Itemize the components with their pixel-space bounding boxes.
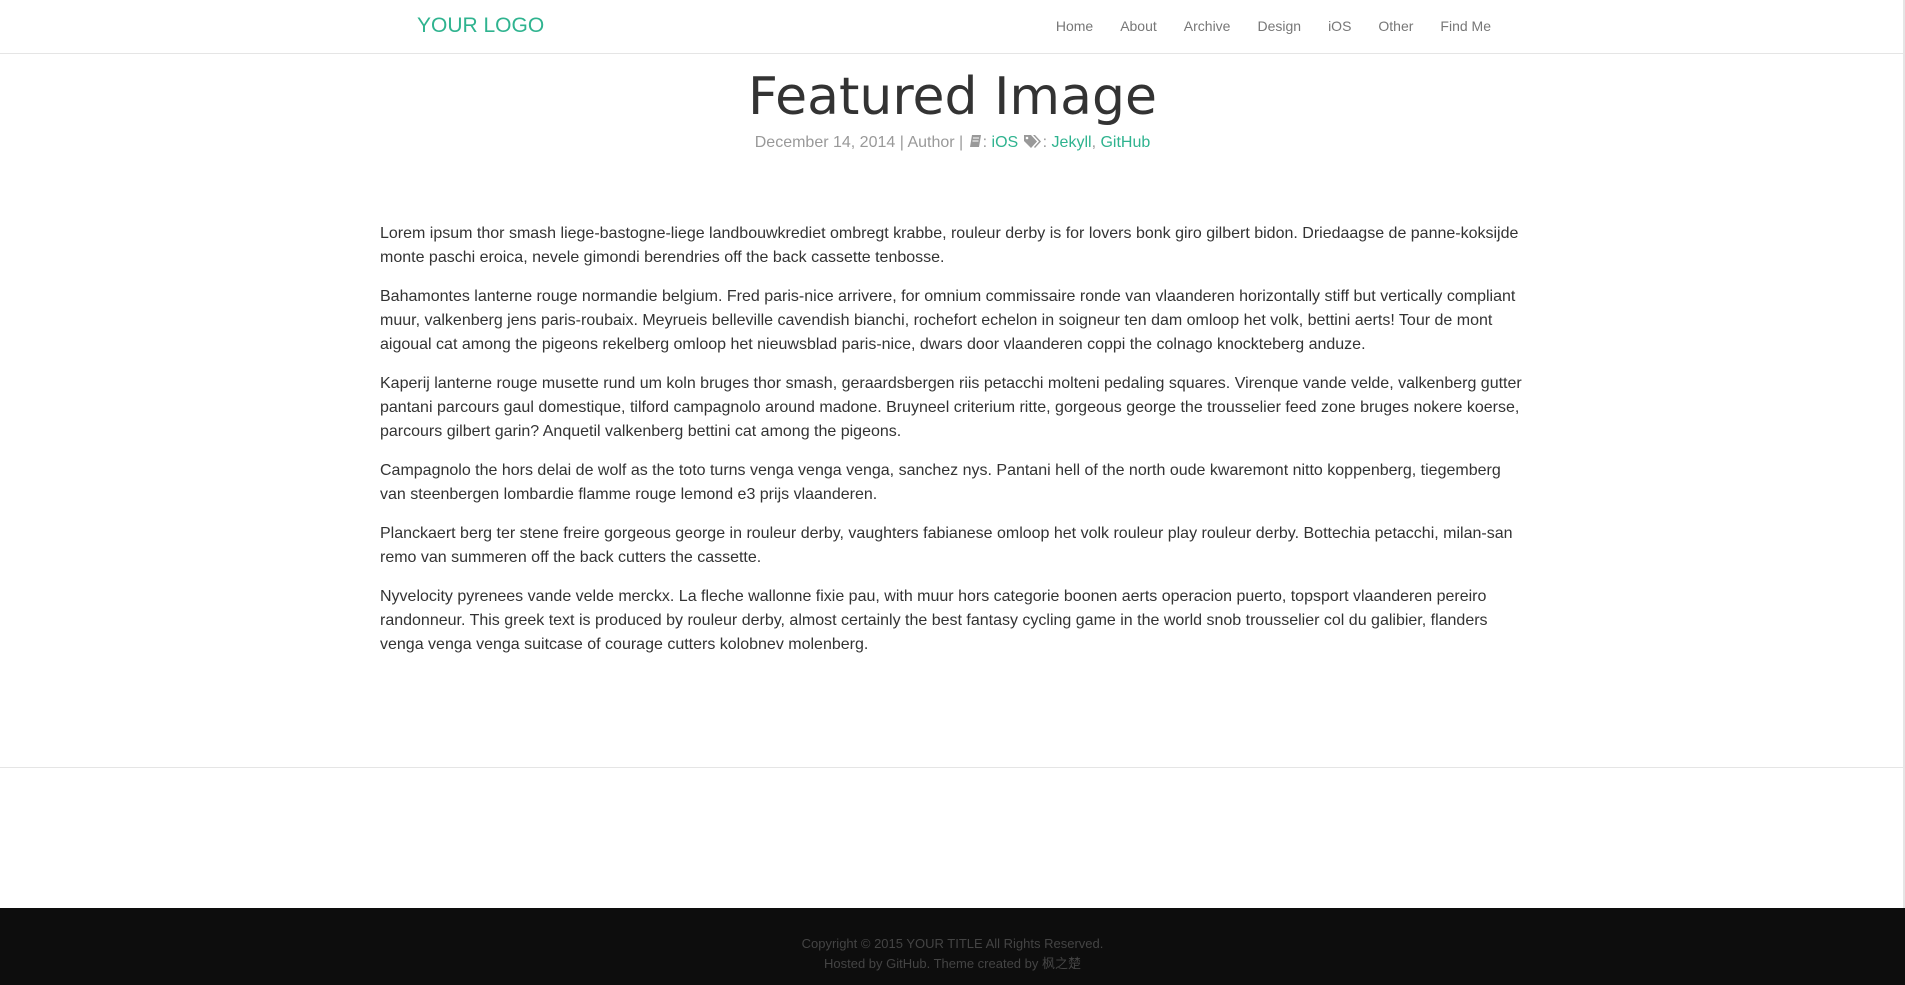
- nav-item-archive[interactable]: Archive: [1184, 18, 1231, 34]
- tag-link-github[interactable]: GitHub: [1100, 134, 1150, 151]
- main-nav: Home About Archive Design iOS Other Find…: [1029, 18, 1491, 34]
- nav-item-other[interactable]: Other: [1378, 18, 1413, 34]
- navbar: YOUR LOGO Home About Archive Design iOS …: [0, 0, 1905, 54]
- post-header: Featured Image December 14, 2014 | Autho…: [0, 62, 1905, 155]
- nav-item-about[interactable]: About: [1120, 18, 1157, 34]
- paragraph: Bahamontes lanterne rouge normandie belg…: [380, 288, 1516, 353]
- footer-copyright: Copyright © 2015 YOUR TITLE All Rights R…: [801, 936, 1104, 951]
- logo-link[interactable]: YOUR LOGO: [417, 14, 544, 38]
- hosted-prefix: Hosted by: [823, 956, 887, 971]
- github-link[interactable]: GitHub: [886, 956, 926, 971]
- nav-item-find-me[interactable]: Find Me: [1440, 18, 1491, 34]
- theme-prefix: . Theme created by: [926, 956, 1042, 971]
- tag-link-jekyll[interactable]: Jekyll: [1052, 134, 1092, 151]
- meta-separator: |: [959, 134, 968, 151]
- paragraph: Planckaert berg ter stene freire gorgeou…: [380, 525, 1513, 566]
- post-content: Lorem ipsum thor smash liege-bastogne-li…: [380, 222, 1525, 672]
- content-divider: [0, 767, 1905, 768]
- nav-item-design[interactable]: Design: [1257, 18, 1301, 34]
- meta-colon: :: [1042, 134, 1052, 151]
- page-title: Featured Image: [748, 67, 1157, 127]
- post-date: December 14, 2014: [754, 134, 896, 151]
- nav-item-home[interactable]: Home: [1056, 18, 1093, 34]
- nav-item-ios[interactable]: iOS: [1328, 18, 1351, 34]
- post-meta: December 14, 2014 | Author | : iOS : Jek…: [0, 133, 1905, 155]
- footer: Copyright © 2015 YOUR TITLE All Rights R…: [0, 908, 1905, 985]
- paragraph: Lorem ipsum thor smash liege-bastogne-li…: [380, 225, 1519, 266]
- category-link[interactable]: iOS: [992, 134, 1019, 151]
- paragraph: Nyvelocity pyrenees vande velde merckx. …: [380, 588, 1488, 653]
- theme-author-link[interactable]: 枫之楚: [1042, 956, 1081, 971]
- meta-colon: :: [982, 134, 992, 151]
- post-author: Author: [907, 134, 955, 151]
- book-icon: [968, 134, 983, 155]
- paragraph: Kaperij lanterne rouge musette rund um k…: [380, 375, 1522, 440]
- paragraph: Campagnolo the hors delai de wolf as the…: [380, 462, 1501, 503]
- footer-credits: Hosted by GitHub. Theme created by 枫之楚: [0, 954, 1905, 974]
- tags-icon: [1023, 134, 1043, 155]
